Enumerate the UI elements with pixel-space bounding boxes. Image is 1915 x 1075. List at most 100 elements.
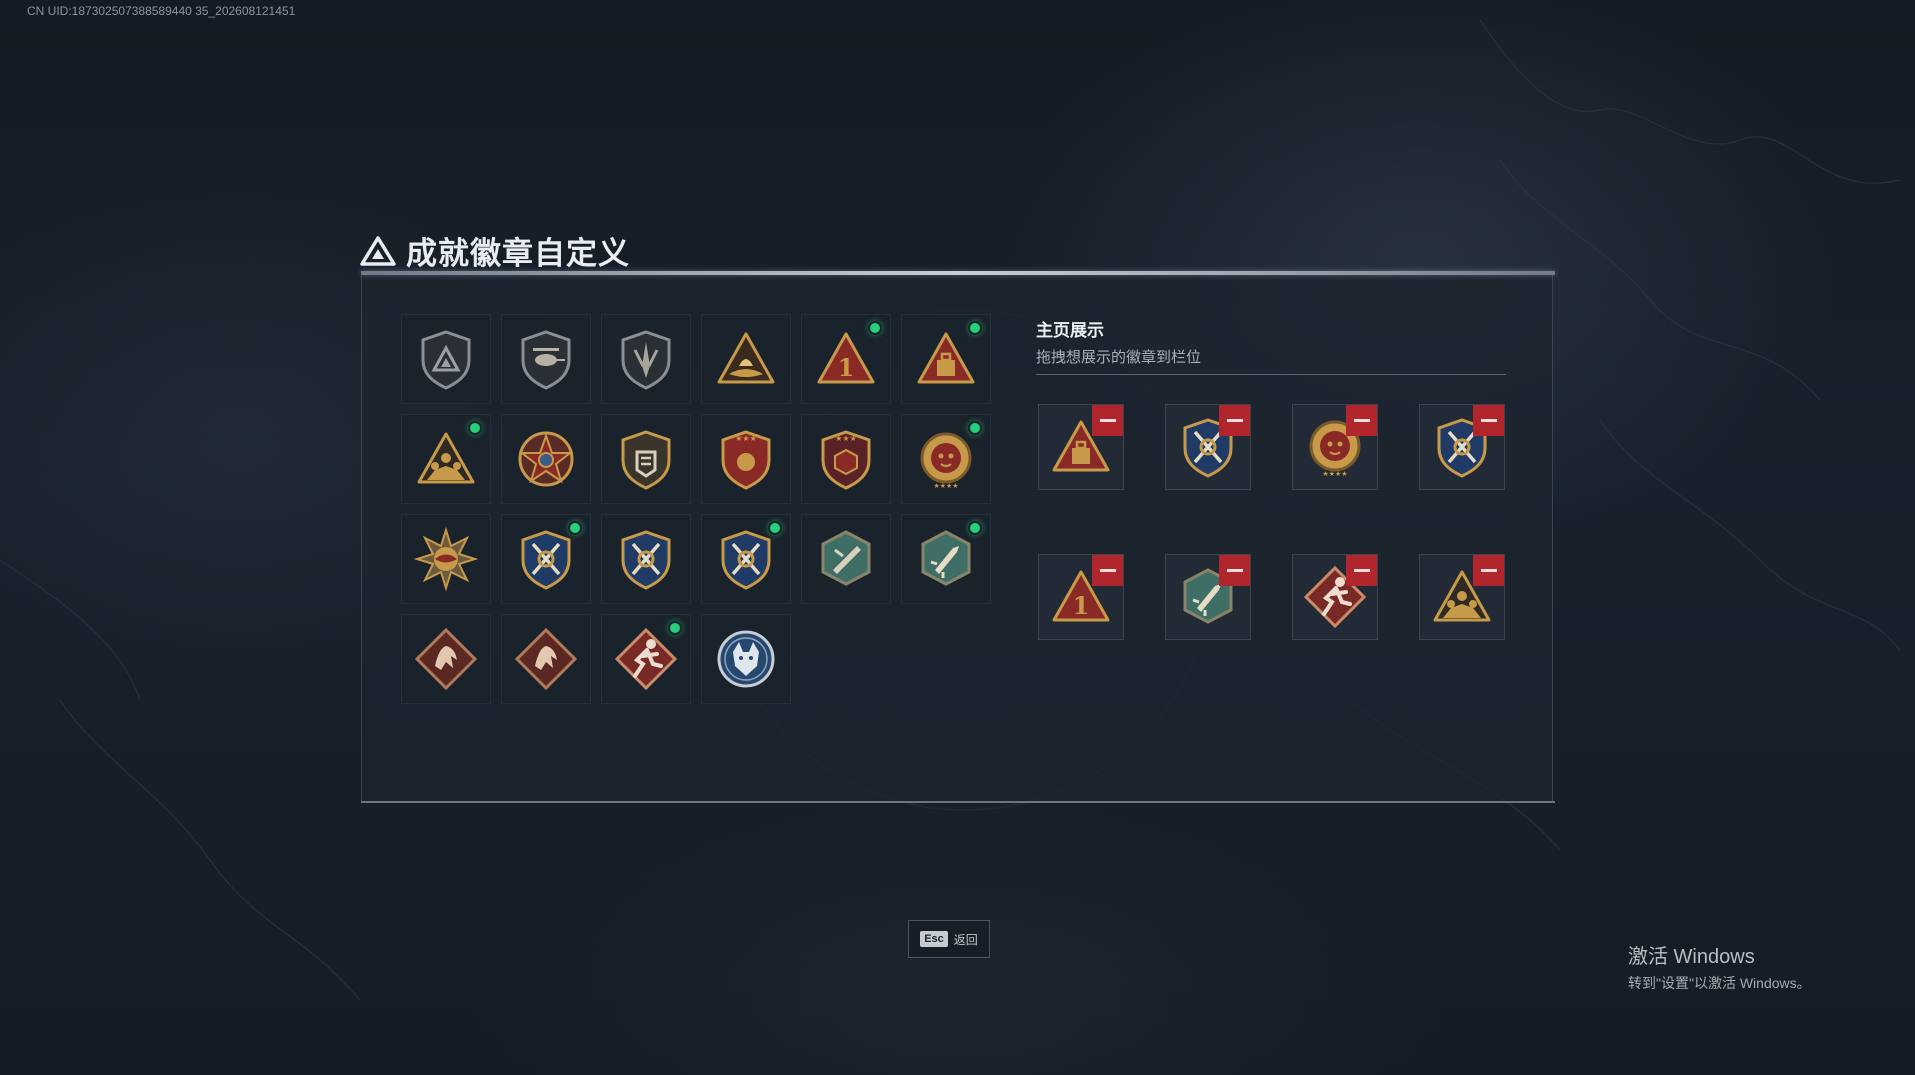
badge-collection-grid: 1 ★★★ ★★★ ★★★★ [401,314,991,704]
new-indicator-dot [468,421,482,435]
minus-icon [1480,419,1497,422]
badge-slot[interactable] [501,414,591,504]
svg-text:★★★: ★★★ [735,434,757,443]
spiked-sun-icon [413,526,479,592]
minus-icon [1353,419,1370,422]
showcase-divider [1036,374,1506,375]
new-indicator-dot [968,521,982,535]
svg-text:1: 1 [838,353,855,382]
showcase-subtitle: 拖拽想展示的徽章到栏位 [1036,349,1202,366]
new-indicator-dot [768,521,782,535]
remove-badge-button[interactable] [1219,555,1250,586]
minus-icon [1353,569,1370,572]
remove-badge-button[interactable] [1473,405,1504,436]
arrow-shield-icon [621,330,671,390]
svg-text:1: 1 [1073,591,1090,620]
new-indicator-dot [668,621,682,635]
remove-badge-button[interactable] [1346,555,1377,586]
badge-slot[interactable] [401,514,491,604]
badge-slot[interactable] [501,314,591,404]
badge-slot[interactable]: ★★★ [701,414,791,504]
boat-triangle-icon [717,332,775,384]
badge-slot[interactable] [601,314,691,404]
remove-badge-button[interactable] [1092,405,1123,436]
minus-icon [1226,569,1243,572]
showcase-slot[interactable] [1165,404,1251,490]
teal-hex-rocket-icon [921,530,971,586]
squad-triangle-icon [417,432,475,484]
badge-slot[interactable] [701,614,791,704]
crossed-swords-shield-icon [621,530,671,590]
showcase-slot[interactable] [1292,554,1378,640]
badge-slot[interactable] [401,614,491,704]
badge-slot[interactable] [501,514,591,604]
badge-slot[interactable] [701,514,791,604]
briefcase-triangle-icon [917,332,975,384]
showcase-slot[interactable] [1038,404,1124,490]
crossed-swords-shield-icon [721,530,771,590]
watermark-subtitle: 转到"设置"以激活 Windows。 [1628,975,1811,991]
minus-icon [1099,569,1116,572]
showcase-slot[interactable]: ★★★★ [1292,404,1378,490]
badge-slot[interactable]: ★★★★ [901,414,991,504]
shield-emblem-icon [421,330,471,390]
badge-slot[interactable] [901,514,991,604]
showcase-slot[interactable]: 1 [1038,554,1124,640]
svg-text:★★★: ★★★ [835,434,857,443]
badge-panel: 1 ★★★ ★★★ ★★★★ 主页展示 拖拽想展示的徽章到栏位 ★★★★ 1 [361,271,1555,803]
page-title-bar: 成就徽章自定义 [360,228,630,273]
new-indicator-dot [968,321,982,335]
back-button[interactable]: Esc 返回 [908,920,990,958]
minus-icon [1099,419,1116,422]
helicopter-shield-icon [521,330,571,390]
new-indicator-dot [868,321,882,335]
badge-slot[interactable] [401,414,491,504]
svg-text:★★★★: ★★★★ [1322,470,1347,478]
new-indicator-dot [568,521,582,535]
dragon-diamond-icon [514,627,578,691]
showcase-slot[interactable] [1419,554,1505,640]
badge-slot[interactable] [601,614,691,704]
new-indicator-dot [968,421,982,435]
badge-slot[interactable] [501,614,591,704]
showcase-slot[interactable] [1419,404,1505,490]
red-star-shield-icon: ★★★ [821,430,871,490]
panel-top-divider [361,271,1555,275]
back-label: 返回 [953,932,978,947]
fist-shield-icon [621,430,671,490]
remove-badge-button[interactable] [1473,555,1504,586]
minus-icon [1226,419,1243,422]
badge-slot[interactable]: 1 [801,314,891,404]
teal-hex-knife-icon [821,530,871,586]
svg-text:★★★★: ★★★★ [933,482,958,490]
minus-icon [1480,569,1497,572]
rank-one-triangle-icon: 1 [817,332,875,384]
crossed-swords-shield-icon [521,530,571,590]
windows-activation-watermark: 激活 Windows 转到"设置"以激活 Windows。 [1628,940,1811,993]
badge-slot[interactable] [601,414,691,504]
uid-label: CN UID:187302507388589440 35_20260812145… [27,4,296,18]
remove-badge-button[interactable] [1092,555,1123,586]
triangle-logo-icon [360,235,396,266]
dragon-diamond-icon [414,627,478,691]
badge-slot[interactable]: ★★★ [801,414,891,504]
runner-diamond-icon [614,627,678,691]
badge-slot[interactable] [801,514,891,604]
showcase-header: 主页展示 拖拽想展示的徽章到栏位 [1036,316,1506,375]
navy-star-shield-icon: ★★★ [721,430,771,490]
badge-slot[interactable] [401,314,491,404]
showcase-slot[interactable] [1165,554,1251,640]
badge-slot[interactable] [701,314,791,404]
star-medal-icon [518,431,574,487]
remove-badge-button[interactable] [1346,405,1377,436]
badge-slot[interactable] [901,314,991,404]
page-title: 成就徽章自定义 [406,236,630,271]
esc-key-icon: Esc [920,931,948,947]
remove-badge-button[interactable] [1219,405,1250,436]
watermark-title: 激活 Windows [1628,946,1755,968]
wolf-coin-icon [717,630,775,688]
tiger-medal-icon: ★★★★ [920,432,972,490]
panel-bottom-divider [361,801,1555,803]
badge-slot[interactable] [601,514,691,604]
showcase-title: 主页展示 [1036,321,1104,340]
